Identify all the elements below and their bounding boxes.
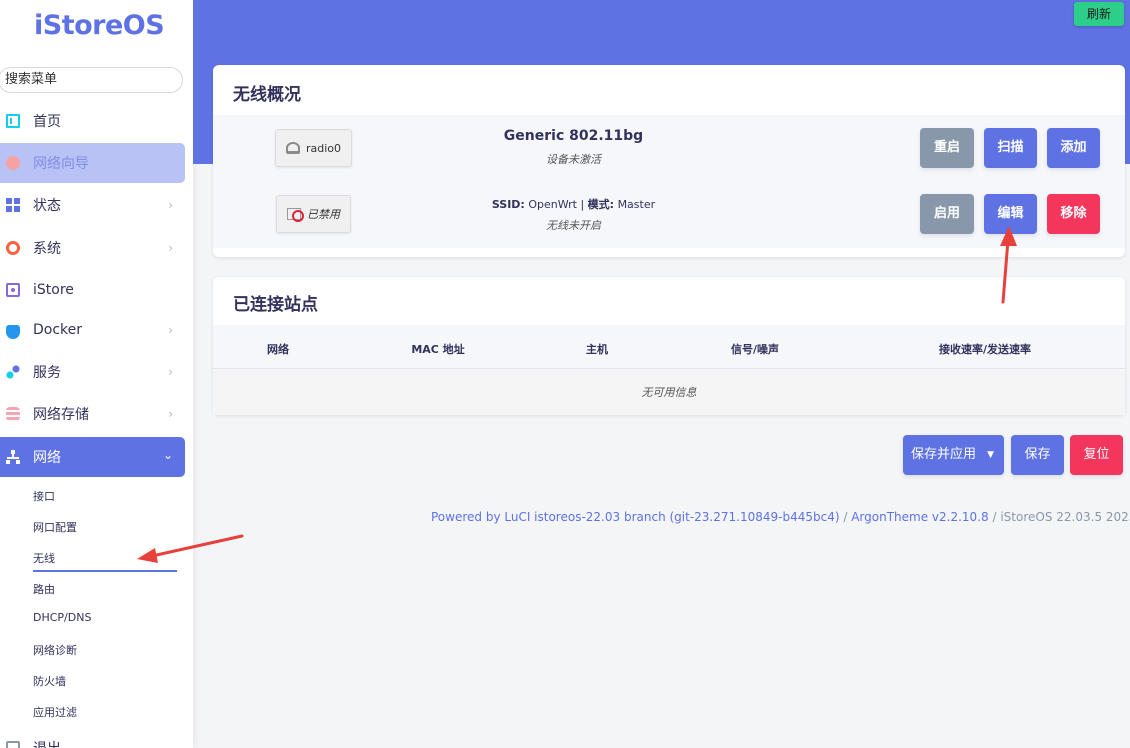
edit-button[interactable]: 编辑 — [984, 194, 1037, 234]
footer-separator: / — [992, 510, 997, 524]
sidebar-item-label: 退出 — [33, 738, 61, 748]
submenu-port-config[interactable]: 网口配置 — [33, 519, 77, 535]
save-apply-button[interactable]: 保存并应用 ▼ — [903, 435, 1004, 475]
os-version: iStoreOS 22.03.5 2023120112 — [1000, 510, 1130, 524]
sidebar-item-label: 首页 — [33, 114, 61, 130]
column-header: 主机 — [586, 343, 608, 356]
chevron-right-icon: › — [168, 241, 173, 255]
dashboard-icon — [6, 114, 20, 128]
column-header: 接收速率/发送速率 — [938, 343, 1032, 356]
save-button[interactable]: 保存 — [1011, 435, 1064, 475]
chevron-right-icon: › — [168, 365, 173, 379]
submenu-wireless[interactable]: 无线 — [33, 550, 55, 566]
chevron-right-icon: › — [168, 407, 173, 421]
enable-button[interactable]: 启用 — [920, 194, 974, 234]
remove-button[interactable]: 移除 — [1047, 194, 1100, 234]
sidebar-item-system[interactable]: 系统 › — [0, 228, 185, 268]
sidebar-item-home[interactable]: 首页 — [0, 101, 185, 141]
sidebar-item-logout[interactable]: 退出 — [0, 728, 185, 748]
submenu-app-filter[interactable]: 应用过滤 — [33, 704, 77, 720]
sidebar-item-label: 系统 — [33, 241, 61, 257]
sidebar-item-label: 网络存储 — [33, 407, 89, 423]
network-info: SSID: OpenWrt | 模式: Master — [460, 196, 687, 212]
chevron-right-icon: › — [168, 323, 173, 337]
ssid-label: SSID: — [491, 198, 525, 211]
grid-icon — [6, 198, 20, 212]
sidebar-item-istore[interactable]: iStore — [0, 270, 185, 310]
sidebar-item-docker[interactable]: Docker › — [0, 310, 185, 350]
add-button[interactable]: 添加 — [1047, 128, 1100, 168]
ssid-value: OpenWrt — [528, 198, 577, 211]
footer: Powered by LuCI istoreos-22.03 branch (g… — [431, 510, 1130, 524]
sidebar-item-label: Docker — [33, 322, 83, 338]
sidebar-item-network[interactable]: 网络 ⌄ — [0, 437, 185, 477]
sidebar-item-services[interactable]: 服务 › — [0, 352, 185, 392]
sidebar-item-label: 网络 — [33, 450, 61, 466]
submenu-diagnostics[interactable]: 网络诊断 — [33, 642, 77, 658]
submenu-firewall[interactable]: 防火墙 — [33, 673, 66, 689]
reset-button[interactable]: 复位 — [1070, 435, 1123, 475]
theme-link[interactable]: ArgonTheme v2.2.10.8 — [851, 510, 988, 524]
search-input[interactable]: 搜索菜单 — [0, 67, 183, 93]
database-icon — [6, 407, 20, 421]
sidebar-item-status[interactable]: 状态 › — [0, 185, 185, 225]
submenu-dhcp-dns[interactable]: DHCP/DNS — [33, 611, 91, 624]
radio-status: 设备未激活 — [546, 153, 601, 166]
sidebar-item-storage[interactable]: 网络存储 › — [0, 394, 185, 434]
scan-button[interactable]: 扫描 — [984, 128, 1037, 168]
info-separator: | — [580, 198, 585, 211]
network-disabled-button[interactable]: 已禁用 — [276, 195, 351, 233]
radio-device-button[interactable]: radio0 — [275, 129, 352, 167]
save-apply-label: 保存并应用 — [911, 447, 977, 462]
column-header: MAC 地址 — [411, 343, 465, 356]
cogs-icon — [6, 365, 20, 379]
card-title: 已连接站点 — [233, 295, 318, 315]
column-header: 信号/噪声 — [730, 343, 780, 356]
network-status: 无线未开启 — [546, 219, 601, 232]
sidebar-item-label: 服务 — [33, 365, 61, 381]
logout-icon — [6, 741, 20, 748]
mode-value: Master — [617, 198, 656, 211]
card-title: 无线概况 — [233, 85, 301, 105]
refresh-button[interactable]: 刷新 — [1074, 2, 1124, 26]
chevron-right-icon: › — [168, 198, 173, 212]
column-header: 网络 — [267, 343, 289, 356]
sidebar-item-label: 网络向导 — [33, 156, 89, 172]
sidebar-item-label: 状态 — [33, 198, 61, 214]
network-state: 已禁用 — [307, 208, 340, 221]
wifi-icon — [285, 142, 300, 154]
restart-button[interactable]: 重启 — [920, 128, 974, 168]
gear-icon — [6, 241, 20, 255]
radio-name: radio0 — [305, 141, 342, 155]
docker-icon — [6, 325, 20, 339]
sidebar: iStoreOS 搜索菜单 首页 网络向导 状态 › 系统 › iStore D… — [0, 0, 193, 748]
radio-model: Generic 802.11bg — [503, 128, 644, 144]
sidebar-item-label: iStore — [33, 282, 74, 298]
submenu-interfaces[interactable]: 接口 — [33, 488, 55, 504]
sidebar-item-wizard[interactable]: 网络向导 — [0, 143, 185, 183]
empty-message: 无可用信息 — [641, 386, 697, 399]
submenu-routes[interactable]: 路由 — [33, 581, 55, 597]
active-submenu-indicator — [33, 570, 177, 572]
luci-link[interactable]: Powered by LuCI istoreos-22.03 branch (g… — [431, 510, 840, 524]
sitemap-icon — [6, 450, 20, 464]
footer-separator: / — [843, 510, 848, 524]
mode-label: 模式: — [587, 198, 615, 211]
caret-down-icon: ▼ — [987, 450, 994, 460]
disabled-icon — [287, 208, 304, 222]
store-icon — [6, 283, 20, 297]
chevron-down-icon: ⌄ — [162, 448, 173, 462]
brand-logo[interactable]: iStoreOS — [34, 10, 165, 41]
globe-icon — [6, 156, 20, 170]
